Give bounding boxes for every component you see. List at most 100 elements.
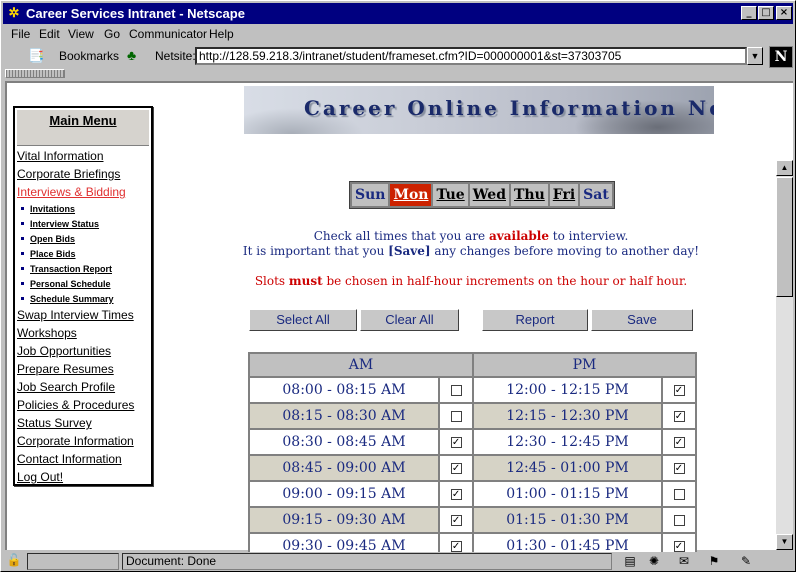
slot-time: 09:00 - 09:15 AM	[250, 482, 439, 506]
maximize-button[interactable]: □	[758, 6, 774, 20]
slot-time: 09:30 - 09:45 AM	[250, 534, 439, 552]
time-slots-table: AM PM 08:00 - 08:15 AM 12:00 - 12:15 PM ✓ 0…	[248, 352, 697, 552]
scroll-thumb[interactable]	[776, 177, 793, 297]
scroll-up-button[interactable]: ▲	[776, 160, 793, 176]
submenu-schedule-summary[interactable]: Schedule Summary	[17, 294, 114, 304]
netscape-logo[interactable]: N	[769, 46, 793, 68]
slot-cell	[440, 378, 473, 402]
submenu-personal-schedule[interactable]: Personal Schedule	[17, 279, 111, 289]
slot-cell: ✓	[440, 508, 473, 532]
slot-cell: ✓	[440, 482, 473, 506]
clear-all-button[interactable]: Clear All	[360, 309, 459, 331]
day-sun[interactable]: Sun	[352, 184, 389, 206]
menu-file[interactable]: File	[11, 25, 30, 43]
slot-time: 08:15 - 08:30 AM	[250, 404, 439, 428]
banner-title: Career Online Information Network	[304, 96, 714, 120]
scroll-down-button[interactable]: ▼	[776, 534, 793, 550]
table-row: 09:15 - 09:30 AM ✓ 01:15 - 01:30 PM	[250, 508, 695, 532]
slot-checkbox[interactable]: ✓	[450, 514, 462, 526]
menu-interviews-bidding[interactable]: Interviews & Bidding	[17, 185, 126, 199]
slot-checkbox[interactable]: ✓	[673, 540, 685, 552]
minimize-button[interactable]: _	[741, 6, 757, 20]
slot-checkbox[interactable]	[673, 514, 685, 526]
slot-checkbox[interactable]: ✓	[450, 488, 462, 500]
submenu-place-bids[interactable]: Place Bids	[17, 249, 76, 259]
save-button[interactable]: Save	[591, 309, 693, 331]
slot-cell: ✓	[663, 534, 695, 552]
security-lock-icon[interactable]: 🔓	[6, 553, 22, 569]
menu-vital-information[interactable]: Vital Information	[17, 149, 104, 163]
menu-view[interactable]: View	[68, 25, 94, 43]
menu-workshops[interactable]: Workshops	[17, 326, 77, 340]
slot-cell: ✓	[440, 456, 473, 480]
slot-checkbox[interactable]: ✓	[450, 462, 462, 474]
menu-edit[interactable]: Edit	[39, 25, 60, 43]
slot-time: 01:30 - 01:45 PM	[474, 534, 661, 552]
slot-checkbox[interactable]	[450, 410, 462, 422]
day-tue[interactable]: Tue	[433, 184, 468, 206]
url-input[interactable]: http://128.59.218.3/intranet/student/fra…	[195, 47, 747, 65]
main-menu-title: Main Menu	[17, 110, 149, 146]
select-all-button[interactable]: Select All	[249, 309, 357, 331]
submenu-transaction-report[interactable]: Transaction Report	[17, 264, 112, 274]
slot-cell: ✓	[440, 534, 473, 552]
day-wed[interactable]: Wed	[469, 184, 509, 206]
slot-checkbox[interactable]: ✓	[450, 436, 462, 448]
window-title: Career Services Intranet - Netscape	[26, 6, 245, 21]
bookmarks-button[interactable]: Bookmarks	[59, 49, 119, 63]
close-button[interactable]: ×	[776, 6, 792, 20]
main-menu: Main Menu Vital Information Corporate Br…	[13, 106, 153, 486]
day-thu[interactable]: Thu	[510, 184, 548, 206]
component-bar-icon[interactable]: ▤	[619, 553, 641, 570]
instruction-line-1: Check all times that you are available t…	[313, 229, 629, 243]
menu-communicator[interactable]: Communicator	[129, 25, 207, 43]
slot-checkbox[interactable]: ✓	[673, 410, 685, 422]
slot-time: 08:45 - 09:00 AM	[250, 456, 439, 480]
toolbar-grip[interactable]	[5, 69, 65, 78]
menu-go[interactable]: Go	[104, 25, 120, 43]
location-toolbar: 📑 Bookmarks ♣ Netsite: http://128.59.218…	[3, 45, 793, 68]
slot-time: 01:15 - 01:30 PM	[474, 508, 661, 532]
title-bar: ✲ Career Services Intranet - Netscape _ …	[3, 3, 793, 24]
am-header: AM	[250, 354, 473, 376]
slot-checkbox[interactable]	[450, 384, 462, 396]
menu-corporate-briefings[interactable]: Corporate Briefings	[17, 167, 120, 181]
slot-time: 12:30 - 12:45 PM	[474, 430, 661, 454]
slot-time: 09:15 - 09:30 AM	[250, 508, 439, 532]
menu-job-search-profile[interactable]: Job Search Profile	[17, 380, 115, 394]
report-button[interactable]: Report	[482, 309, 588, 331]
slot-checkbox[interactable]	[673, 488, 685, 500]
menu-job-opportunities[interactable]: Job Opportunities	[17, 344, 111, 358]
slot-checkbox[interactable]: ✓	[450, 540, 462, 552]
day-sat[interactable]: Sat	[580, 184, 612, 206]
menu-help[interactable]: Help	[209, 25, 234, 43]
slot-checkbox[interactable]: ✓	[673, 462, 685, 474]
bookmarks-icon[interactable]: 📑	[28, 48, 48, 64]
submenu-interview-status[interactable]: Interview Status	[17, 219, 99, 229]
slot-checkbox[interactable]: ✓	[673, 384, 685, 396]
menu-policies-procedures[interactable]: Policies & Procedures	[17, 398, 134, 412]
menu-prepare-resumes[interactable]: Prepare Resumes	[17, 362, 114, 376]
submenu-open-bids[interactable]: Open Bids	[17, 234, 75, 244]
composer-icon[interactable]: ✎	[735, 553, 757, 570]
day-fri[interactable]: Fri	[549, 184, 579, 206]
menu-swap-interview-times[interactable]: Swap Interview Times	[17, 308, 134, 322]
url-dropdown-button[interactable]: ▼	[747, 47, 763, 65]
slot-cell: ✓	[663, 430, 695, 454]
menu-status-survey[interactable]: Status Survey	[17, 416, 92, 430]
vertical-scrollbar[interactable]: ▲ ▼	[776, 160, 793, 550]
menu-log-out[interactable]: Log Out!	[17, 470, 63, 484]
pm-header: PM	[474, 354, 695, 376]
discussions-icon[interactable]: ⚑	[703, 553, 725, 570]
slot-checkbox[interactable]: ✓	[673, 436, 685, 448]
menu-corporate-information[interactable]: Corporate Information	[17, 434, 134, 448]
slot-cell: ✓	[440, 430, 473, 454]
submenu-invitations[interactable]: Invitations	[17, 204, 75, 214]
status-message: Document: Done	[122, 553, 612, 570]
slot-cell	[440, 404, 473, 428]
menu-contact-information[interactable]: Contact Information	[17, 452, 122, 466]
mail-icon[interactable]: ✉	[673, 553, 695, 570]
navigator-icon[interactable]: ✺	[643, 553, 665, 570]
table-row: 08:30 - 08:45 AM ✓ 12:30 - 12:45 PM ✓	[250, 430, 695, 454]
day-mon[interactable]: Mon	[390, 184, 432, 206]
